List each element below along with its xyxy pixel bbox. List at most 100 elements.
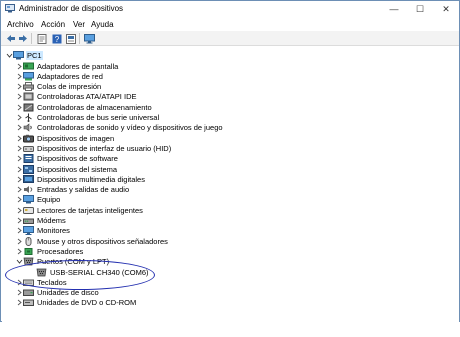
tree-node-label: Adaptadores de red bbox=[37, 71, 103, 81]
expand-chevron-icon[interactable] bbox=[15, 288, 23, 297]
expand-chevron-icon[interactable] bbox=[15, 113, 23, 122]
tree-category-lectores-de-tarjetas-inteligentes[interactable]: Lectores de tarjetas inteligentes bbox=[15, 206, 143, 215]
tree-node-label: Monitores bbox=[37, 226, 70, 236]
tree-node-label: Controladoras ATA/ATAPI IDE bbox=[37, 92, 137, 102]
tree-category-controladoras-de-bus-serie-universal[interactable]: Controladoras de bus serie universal bbox=[15, 113, 159, 122]
expand-chevron-icon[interactable] bbox=[15, 165, 23, 174]
tree-node-label: Mouse y otros dispositivos señaladores bbox=[37, 236, 168, 246]
menu-ver[interactable]: Ver bbox=[73, 20, 85, 29]
expand-chevron-icon[interactable] bbox=[15, 154, 23, 163]
device-manager-window: Administrador de dispositivos — ☐ ✕ Arch… bbox=[0, 0, 460, 322]
tree-category-puertos-com-y-lpt[interactable]: Puertos (COM y LPT) bbox=[15, 257, 109, 266]
tree-category-entradas-y-salidas-de-audio[interactable]: Entradas y salidas de audio bbox=[15, 185, 129, 194]
expand-chevron-icon[interactable] bbox=[15, 247, 23, 256]
monitor-icon bbox=[23, 226, 34, 236]
tree-node-label: Teclados bbox=[37, 277, 67, 287]
expand-chevron-icon[interactable] bbox=[15, 278, 23, 287]
svg-text:?: ? bbox=[54, 35, 59, 44]
hid-icon bbox=[23, 144, 34, 153]
forward-icon[interactable] bbox=[17, 33, 28, 44]
expand-chevron-icon[interactable] bbox=[15, 206, 23, 215]
expand-chevron-icon[interactable] bbox=[15, 216, 23, 225]
tree-category-controladoras-de-sonido-y-video-y-dispositivos-de-juego[interactable]: Controladoras de sonido y vídeo y dispos… bbox=[15, 123, 223, 132]
tree-node-label: Controladoras de almacenamiento bbox=[37, 102, 152, 112]
expand-chevron-icon[interactable] bbox=[15, 103, 23, 112]
computer-icon bbox=[13, 51, 24, 60]
tree-node-label: Controladoras de sonido y vídeo y dispos… bbox=[37, 123, 223, 133]
expand-chevron-icon[interactable] bbox=[15, 298, 23, 307]
collapse-chevron-icon[interactable] bbox=[15, 257, 23, 266]
menu-ayuda[interactable]: Ayuda bbox=[91, 20, 114, 29]
tree-root-label: PC1 bbox=[26, 51, 43, 60]
tree-node-label: Controladoras de bus serie universal bbox=[37, 113, 160, 122]
tree-category-controladoras-de-almacenamiento[interactable]: Controladoras de almacenamiento bbox=[15, 103, 152, 112]
tree-category-unidades-de-dvd-o-cd-rom[interactable]: Unidades de DVD o CD-ROM bbox=[15, 298, 136, 307]
expand-chevron-icon[interactable] bbox=[15, 134, 23, 143]
tree-node-label: USB-SERIAL CH340 (COM6) bbox=[50, 267, 149, 277]
tree-category-procesadores[interactable]: Procesadores bbox=[15, 247, 83, 256]
menu-archivo[interactable]: Archivo bbox=[7, 20, 34, 29]
software-device-icon bbox=[23, 154, 34, 164]
tree-category-dispositivos-del-sistema[interactable]: Dispositivos del sistema bbox=[15, 164, 117, 174]
tree-node-label: Unidades de DVD o CD-ROM bbox=[37, 298, 137, 308]
toolbar: ? bbox=[1, 31, 459, 46]
port-icon bbox=[23, 257, 34, 266]
sound-icon bbox=[23, 123, 34, 132]
tree-category-equipo[interactable]: Equipo bbox=[15, 195, 60, 204]
title-bar[interactable]: Administrador de dispositivos — ☐ ✕ bbox=[1, 1, 459, 17]
tree-node-label: Procesadores bbox=[37, 246, 84, 256]
storage-controller-icon bbox=[23, 103, 34, 112]
tree-category-dispositivos-de-imagen[interactable]: Dispositivos de imagen bbox=[15, 134, 114, 143]
tree-category-teclados[interactable]: Teclados bbox=[15, 278, 67, 287]
expand-chevron-icon[interactable] bbox=[15, 62, 23, 71]
tree-category-adaptadores-de-pantalla[interactable]: Adaptadores de pantalla bbox=[15, 62, 118, 71]
expand-chevron-icon[interactable] bbox=[15, 72, 23, 81]
ide-controller-icon bbox=[23, 92, 34, 101]
tree-category-dispositivos-de-interfaz-de-usuario-hid[interactable]: Dispositivos de interfaz de usuario (HID… bbox=[15, 144, 171, 153]
tree-category-dispositivos-de-software[interactable]: Dispositivos de software bbox=[15, 154, 118, 164]
close-button[interactable]: ✕ bbox=[433, 1, 459, 17]
tree-node-label: Colas de impresión bbox=[37, 82, 102, 92]
expand-chevron-icon[interactable] bbox=[15, 237, 23, 246]
back-icon[interactable] bbox=[5, 33, 16, 44]
tree-node-label: Dispositivos de software bbox=[37, 154, 118, 164]
tree-category-dispositivos-multimedia-digitales[interactable]: Dispositivos multimedia digitales bbox=[15, 174, 145, 184]
device-manager-icon bbox=[5, 4, 15, 13]
page-background-below bbox=[0, 322, 460, 337]
disk-drive-icon bbox=[23, 288, 34, 297]
expand-chevron-icon[interactable] bbox=[15, 226, 23, 235]
tree-root-pc1[interactable]: PC1 bbox=[5, 51, 43, 60]
expand-chevron-icon[interactable] bbox=[15, 144, 23, 153]
dvd-drive-icon bbox=[23, 298, 34, 307]
maximize-button[interactable]: ☐ bbox=[407, 1, 433, 17]
expand-chevron-icon[interactable] bbox=[15, 175, 23, 184]
update-icon[interactable] bbox=[65, 33, 76, 44]
expand-chevron-icon[interactable] bbox=[15, 82, 23, 91]
tree-node-label: Dispositivos multimedia digitales bbox=[37, 174, 145, 184]
properties-icon[interactable] bbox=[36, 33, 47, 44]
tree-category-monitores[interactable]: Monitores bbox=[15, 226, 70, 236]
mouse-icon bbox=[23, 236, 34, 246]
toolbar-separator bbox=[31, 33, 32, 44]
expand-chevron-icon[interactable] bbox=[15, 185, 23, 194]
menu-accion[interactable]: Acción bbox=[41, 20, 65, 29]
expand-chevron-icon[interactable] bbox=[15, 195, 23, 204]
expand-chevron-icon[interactable] bbox=[15, 92, 23, 101]
tree-node-label: Dispositivos de interfaz de usuario (HID… bbox=[37, 143, 172, 153]
tree-category-modems[interactable]: Módems bbox=[15, 216, 66, 225]
minimize-button[interactable]: — bbox=[381, 1, 407, 17]
tree-category-controladoras-ata-atapi-ide[interactable]: Controladoras ATA/ATAPI IDE bbox=[15, 92, 136, 101]
tree-node-label: Puertos (COM y LPT) bbox=[37, 257, 110, 267]
audio-io-icon bbox=[23, 185, 34, 194]
expand-chevron-icon[interactable] bbox=[15, 123, 23, 132]
monitor-icon[interactable] bbox=[84, 33, 95, 44]
help-icon[interactable]: ? bbox=[51, 33, 62, 44]
tree-device-usb-serial-ch340-com6[interactable]: USB-SERIAL CH340 (COM6) bbox=[28, 268, 149, 277]
tree-category-mouse-y-otros-dispositivos-senaladores[interactable]: Mouse y otros dispositivos señaladores bbox=[15, 236, 168, 246]
tree-category-adaptadores-de-red[interactable]: Adaptadores de red bbox=[15, 71, 103, 81]
tree-category-unidades-de-disco[interactable]: Unidades de disco bbox=[15, 288, 99, 297]
tree-category-colas-de-impresion[interactable]: Colas de impresión bbox=[15, 82, 102, 92]
smartcard-reader-icon bbox=[23, 206, 34, 215]
collapse-chevron-icon[interactable] bbox=[5, 51, 13, 60]
